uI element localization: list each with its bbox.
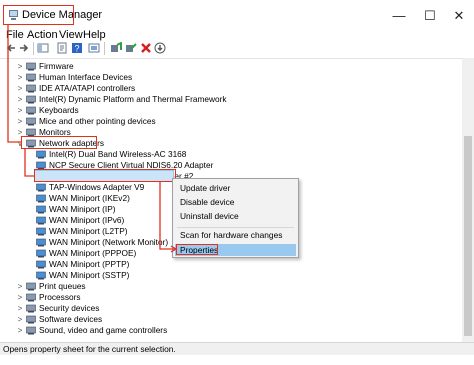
status-bar: Opens property sheet for the current sel… <box>0 342 474 355</box>
tree-item-label: Firmware <box>39 61 74 71</box>
thermal-icon <box>26 95 36 104</box>
properties-icon[interactable] <box>56 42 68 54</box>
keyboard-icon <box>26 106 36 115</box>
minimize-button[interactable]: — <box>384 7 414 25</box>
expand-chevron-icon[interactable]: > <box>16 314 24 325</box>
tree-item-label: IDE ATA/ATAPI controllers <box>39 83 136 93</box>
ide-icon <box>26 84 36 93</box>
tree-category-item[interactable]: > Keyboards <box>0 105 460 116</box>
tree-category-item[interactable]: > Intel(R) Dynamic Platform and Thermal F… <box>0 94 460 105</box>
tree-item-label: Sound, video and game controllers <box>39 325 168 335</box>
tree-item-label: Intel(R) Dynamic Platform and Thermal Fr… <box>39 94 227 104</box>
tree-item-label: WAN Miniport (IKEv2) <box>49 193 130 203</box>
forward-arrow-icon[interactable] <box>18 42 30 54</box>
tree-item-label: Human Interface Devices <box>39 72 133 82</box>
close-button[interactable]: ✕ <box>444 7 474 25</box>
network-card-icon <box>36 227 46 236</box>
tree-item-label: TAP-Windows Adapter V9 <box>49 182 145 192</box>
tree-item-label: Intel(R) Dual Band Wireless-AC 3168 <box>49 149 187 159</box>
realtek-annotation-box <box>34 169 176 182</box>
context-menu-separator <box>177 227 294 228</box>
vertical-scrollbar[interactable] <box>462 58 474 342</box>
tree-item-label: Security devices <box>39 303 100 313</box>
tree-category-item[interactable]: > Human Interface Devices <box>0 72 460 83</box>
svg-text:?: ? <box>74 44 79 54</box>
network-card-icon <box>36 260 46 269</box>
expand-chevron-icon[interactable]: > <box>16 303 24 314</box>
tree-item-label: WAN Miniport (PPTP) <box>49 259 130 269</box>
expand-chevron-icon[interactable]: > <box>16 292 24 303</box>
tree-category-item[interactable]: > IDE ATA/ATAPI controllers <box>0 83 460 94</box>
hid-icon <box>26 73 36 82</box>
processor-icon <box>26 293 36 302</box>
tree-item-label: Print queues <box>39 281 86 291</box>
tree-child-item[interactable]: WAN Miniport (SSTP) <box>0 270 460 281</box>
network-card-icon <box>36 194 46 203</box>
tree-item-label: Keyboards <box>39 105 79 115</box>
tree-category-item[interactable]: > Firmware <box>0 61 460 72</box>
expand-chevron-icon[interactable]: > <box>16 105 24 116</box>
menu-item-uninstall-device[interactable]: Uninstall device <box>180 211 239 221</box>
network-card-icon <box>36 249 46 258</box>
tree-category-item[interactable]: > Mice and other pointing devices <box>0 116 460 127</box>
software-device-icon <box>26 315 36 324</box>
window-bottom <box>0 355 474 365</box>
tree-item-label: WAN Miniport (Network Monitor) <box>49 237 169 247</box>
security-device-icon <box>26 304 36 313</box>
network-card-icon <box>36 271 46 280</box>
tree-category-item[interactable]: > Security devices <box>0 303 460 314</box>
toolbar-separator <box>104 42 105 55</box>
tree-item-label: WAN Miniport (IP) <box>49 204 116 214</box>
expand-chevron-icon[interactable]: > <box>16 94 24 105</box>
expand-chevron-icon[interactable]: > <box>16 72 24 83</box>
tree-item-label: WAN Miniport (L2TP) <box>49 226 128 236</box>
toolbar-separator <box>33 42 34 55</box>
expand-chevron-icon[interactable]: > <box>16 325 24 336</box>
properties-annotation-box <box>176 244 218 255</box>
scrollbar-thumb[interactable] <box>464 136 472 336</box>
network-card-icon <box>36 216 46 225</box>
tree-item-label: WAN Miniport (PPPOE) <box>49 248 137 258</box>
maximize-button[interactable]: ☐ <box>415 7 445 25</box>
back-arrow-icon[interactable] <box>5 42 17 54</box>
tree-item-label: Software devices <box>39 314 103 324</box>
mouse-icon <box>26 117 36 126</box>
expand-chevron-icon[interactable]: > <box>16 116 24 127</box>
menu-item-update-driver[interactable]: Update driver <box>180 183 230 193</box>
scan-hardware-icon[interactable] <box>154 42 166 54</box>
menu-item-disable-device[interactable]: Disable device <box>180 197 234 207</box>
tree-child-item[interactable]: WAN Miniport (PPTP) <box>0 259 460 270</box>
sound-icon <box>26 326 36 335</box>
network-adapters-annotation-box <box>21 136 97 149</box>
update-driver-icon[interactable] <box>110 42 122 54</box>
tree-category-item[interactable]: > Software devices <box>0 314 460 325</box>
tree-item-label: Processors <box>39 292 81 302</box>
expand-chevron-icon[interactable]: > <box>16 61 24 72</box>
menu-item-scan-hardware[interactable]: Scan for hardware changes <box>180 230 282 240</box>
uninstall-device-icon[interactable] <box>140 42 152 54</box>
title-annotation-box <box>3 5 74 25</box>
tree-item-label: WAN Miniport (SSTP) <box>49 270 130 280</box>
tree-item-label: WAN Miniport (IPv6) <box>49 215 125 225</box>
disable-device-icon[interactable] <box>125 42 137 54</box>
network-card-icon <box>36 150 46 159</box>
tree-category-item[interactable]: > Sound, video and game controllers <box>0 325 460 336</box>
tree-category-item[interactable]: > Print queues <box>0 281 460 292</box>
expand-chevron-icon[interactable]: > <box>16 83 24 94</box>
resource-view-icon[interactable] <box>88 42 100 54</box>
tree-item-label: Mice and other pointing devices <box>39 116 156 126</box>
toolbar: ? <box>0 40 474 57</box>
printer-icon <box>26 282 36 291</box>
expand-chevron-icon[interactable]: > <box>16 281 24 292</box>
show-hide-console-tree-icon[interactable] <box>37 42 49 54</box>
help-icon[interactable]: ? <box>71 42 83 54</box>
network-card-icon <box>36 183 46 192</box>
network-card-icon <box>36 238 46 247</box>
tree-category-item[interactable]: > Processors <box>0 292 460 303</box>
network-card-icon <box>36 205 46 214</box>
firmware-icon <box>26 62 36 71</box>
tree-child-item[interactable]: Intel(R) Dual Band Wireless-AC 3168 <box>0 149 460 160</box>
